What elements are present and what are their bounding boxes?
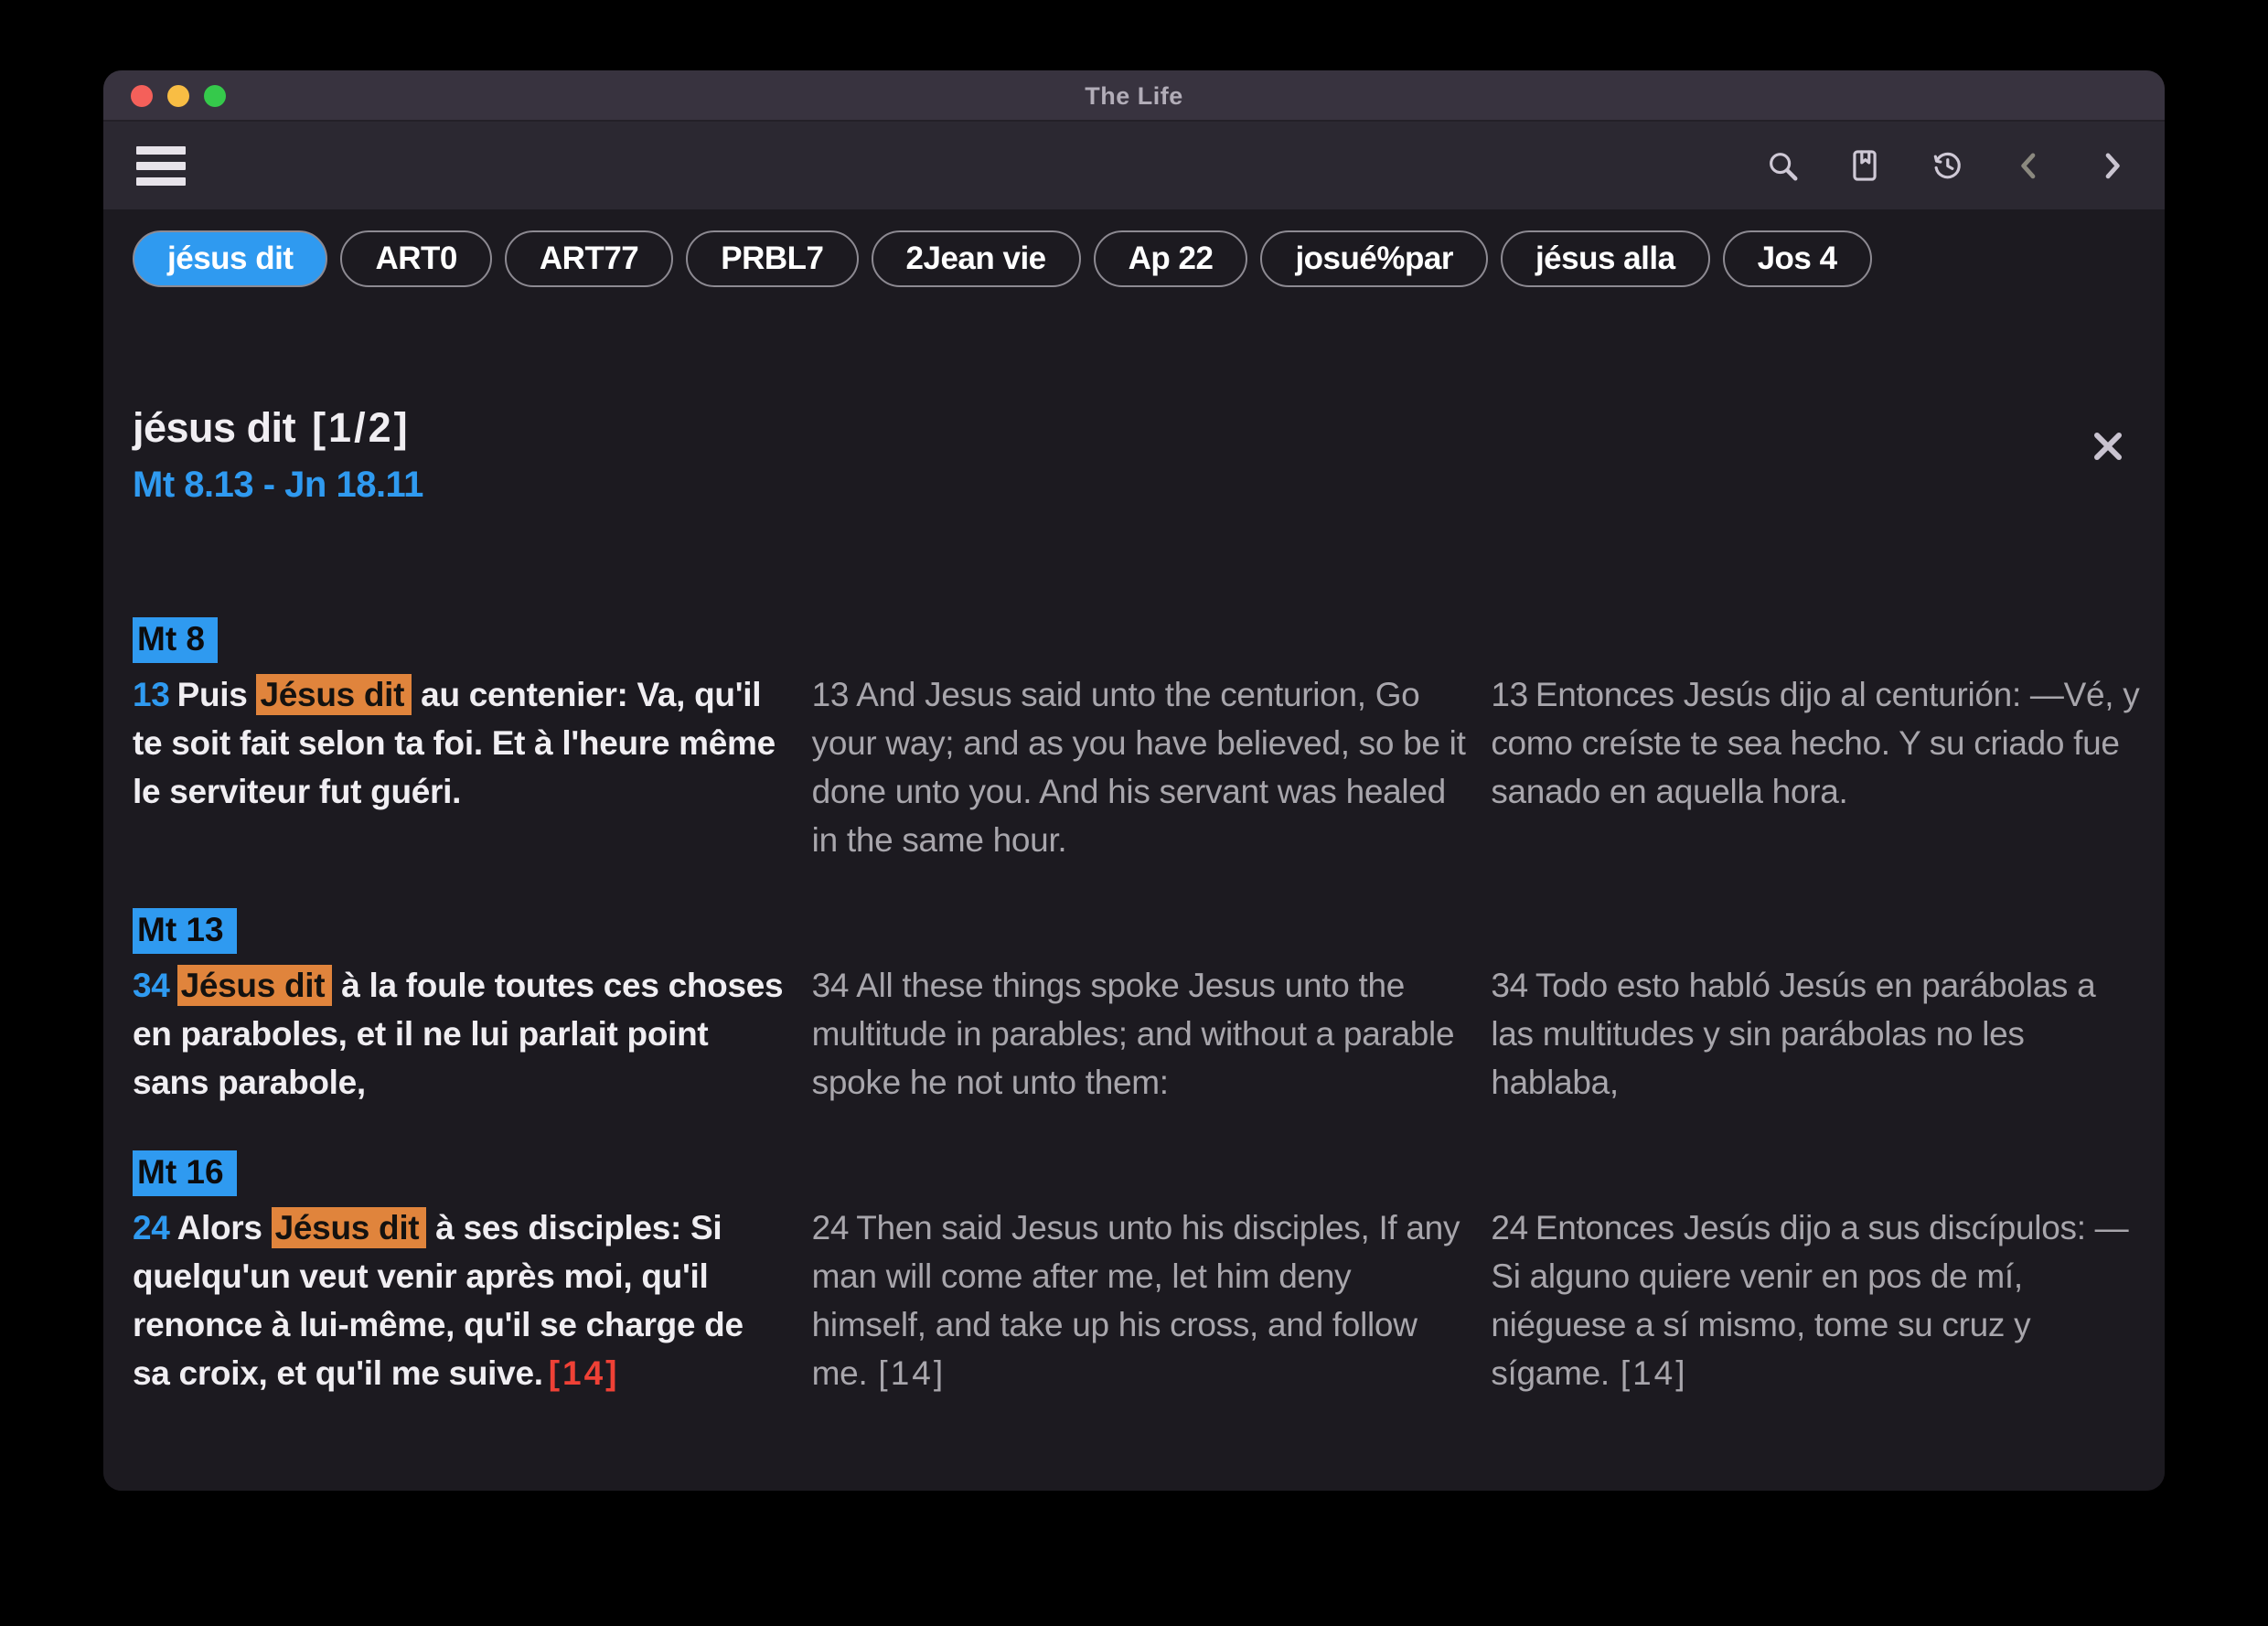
- result-header: jésus dit [1/2] Mt 8.13 - Jn 18.11: [133, 404, 2146, 506]
- tab-ap-22[interactable]: Ap 22: [1094, 230, 1248, 287]
- app-window: The Life: [103, 70, 2165, 1491]
- verse-text-english: 13And Jesus said unto the centurion, Go …: [812, 670, 1468, 864]
- footnote-marker[interactable]: [14]: [549, 1354, 620, 1392]
- search-hit-highlight: Jésus dit: [256, 674, 412, 715]
- verse-cell-spanish: 13Entonces Jesús dijo al centurión: —Vé,…: [1491, 617, 2146, 864]
- close-window-button[interactable]: [131, 85, 153, 107]
- tab-art0[interactable]: ART0: [340, 230, 491, 287]
- tab-jesus-alla[interactable]: jésus alla: [1501, 230, 1710, 287]
- verse-text-english: 24Then said Jesus unto his disciples, If…: [812, 1203, 1468, 1397]
- zoom-window-button[interactable]: [204, 85, 226, 107]
- verse-cell-english: 24Then said Jesus unto his disciples, If…: [812, 1150, 1468, 1397]
- chevron-right-icon: [2094, 148, 2129, 183]
- verse-text-french: 24Alors Jésus dit à ses disciples: Si qu…: [133, 1203, 788, 1397]
- verse-text-spanish: 13Entonces Jesús dijo al centurión: —Vé,…: [1491, 670, 2146, 816]
- search-icon: [1765, 148, 1800, 183]
- result-title: jésus dit: [133, 404, 295, 451]
- minimize-window-button[interactable]: [167, 85, 189, 107]
- verse-cell-spanish: 24Entonces Jesús dijo a sus discípulos: …: [1491, 1150, 2146, 1397]
- toolbar: [103, 122, 2165, 209]
- content-area: jésus dit ART0 ART77 PRBL7 2Jean vie Ap …: [103, 209, 2165, 1491]
- tab-jesus-dit[interactable]: jésus dit: [133, 230, 327, 287]
- nav-back-button[interactable]: [2011, 147, 2048, 184]
- verse-text-french: 34Jésus dit à la foule toutes ces choses…: [133, 961, 788, 1107]
- search-hit-highlight: Jésus dit: [272, 1207, 427, 1248]
- book-ref-chip[interactable]: Mt 16: [133, 1150, 237, 1196]
- history-icon: [1930, 148, 1964, 183]
- verse-cell-spanish: 34Todo esto habló Jesús en parábolas a l…: [1491, 908, 2146, 1107]
- traffic-lights: [131, 70, 226, 122]
- verse-cell-english: 13And Jesus said unto the centurion, Go …: [812, 617, 1468, 864]
- close-results-button[interactable]: [2088, 426, 2128, 466]
- menu-icon: [136, 177, 186, 186]
- footnote-marker[interactable]: [14]: [1621, 1354, 1688, 1392]
- nav-forward-button[interactable]: [2093, 147, 2130, 184]
- verse-cell-french: Mt 16 24Alors Jésus dit à ses disciples:…: [133, 1150, 788, 1397]
- verse-cell-english: 34All these things spoke Jesus unto the …: [812, 908, 1468, 1107]
- verse-text-spanish: 34Todo esto habló Jesús en parábolas a l…: [1491, 961, 2146, 1107]
- menu-icon: [136, 162, 186, 170]
- chevron-left-icon: [2012, 148, 2047, 183]
- search-tabs: jésus dit ART0 ART77 PRBL7 2Jean vie Ap …: [133, 230, 2146, 287]
- verse-number: 13: [1491, 676, 1528, 713]
- close-icon: [2091, 430, 2124, 463]
- footnote-marker[interactable]: [14]: [878, 1354, 946, 1392]
- book-ref-chip[interactable]: Mt 8: [133, 617, 218, 663]
- verse-text-spanish: 24Entonces Jesús dijo a sus discípulos: …: [1491, 1203, 2146, 1397]
- verse-number: 24: [133, 1209, 170, 1246]
- search-hit-highlight: Jésus dit: [177, 965, 333, 1006]
- verse-number: 13: [812, 676, 850, 713]
- verse-number: 13: [133, 676, 170, 713]
- tab-art77[interactable]: ART77: [505, 230, 673, 287]
- verse-number: 24: [812, 1209, 850, 1246]
- menu-button[interactable]: [134, 141, 187, 191]
- tab-josue-par[interactable]: josué%par: [1260, 230, 1488, 287]
- verse-number: 34: [133, 967, 170, 1004]
- tab-2jean-vie[interactable]: 2Jean vie: [872, 230, 1081, 287]
- verse-text-french: 13Puis Jésus dit au centenier: Va, qu'il…: [133, 670, 788, 816]
- verse-number: 24: [1491, 1209, 1528, 1246]
- book-ref-chip[interactable]: Mt 13: [133, 908, 237, 954]
- menu-icon: [136, 146, 186, 155]
- result-row: Mt 8 13Puis Jésus dit au centenier: Va, …: [133, 617, 2146, 864]
- verse-number: 34: [1491, 967, 1528, 1004]
- history-button[interactable]: [1929, 147, 1965, 184]
- bookmark-icon: [1847, 148, 1882, 183]
- title-bar: The Life: [103, 70, 2165, 122]
- bookmarks-button[interactable]: [1846, 147, 1883, 184]
- results-list: Mt 8 13Puis Jésus dit au centenier: Va, …: [133, 617, 2146, 1397]
- search-button[interactable]: [1764, 147, 1801, 184]
- result-row: Mt 16 24Alors Jésus dit à ses disciples:…: [133, 1150, 2146, 1397]
- verse-cell-french: Mt 13 34Jésus dit à la foule toutes ces …: [133, 908, 788, 1107]
- verse-number: 34: [812, 967, 850, 1004]
- result-range: Mt 8.13 - Jn 18.11: [133, 465, 2037, 506]
- tab-jos-4[interactable]: Jos 4: [1723, 230, 1872, 287]
- verse-cell-french: Mt 8 13Puis Jésus dit au centenier: Va, …: [133, 617, 788, 864]
- tab-prbl7[interactable]: PRBL7: [686, 230, 858, 287]
- result-row: Mt 13 34Jésus dit à la foule toutes ces …: [133, 908, 2146, 1107]
- verse-text-english: 34All these things spoke Jesus unto the …: [812, 961, 1468, 1107]
- result-page-indicator: [1/2]: [312, 404, 411, 451]
- window-title: The Life: [1085, 82, 1183, 111]
